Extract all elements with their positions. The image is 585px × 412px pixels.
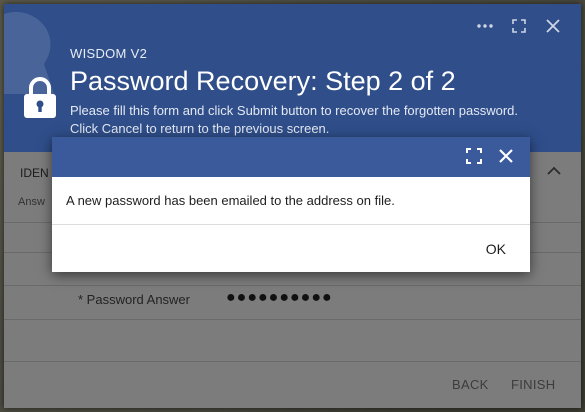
fullscreen-icon[interactable]: [466, 148, 482, 164]
back-button[interactable]: BACK: [452, 377, 489, 392]
row-divider: [4, 285, 581, 286]
window-header: WISDOM V2 Password Recovery: Step 2 of 2…: [4, 4, 581, 152]
page-title: Password Recovery: Step 2 of 2: [70, 66, 456, 96]
row-divider: [4, 361, 581, 362]
maximize-icon[interactable]: [509, 16, 529, 36]
close-icon[interactable]: [543, 16, 563, 36]
password-answer-input[interactable]: ●●●●●●●●●●: [226, 289, 333, 307]
more-icon[interactable]: [475, 16, 495, 36]
dialog-divider: [52, 224, 530, 225]
ok-button[interactable]: OK: [486, 241, 506, 257]
app-name: WISDOM V2: [70, 46, 148, 61]
row-divider: [4, 319, 581, 320]
section-hint: Answ: [18, 196, 45, 208]
close-icon[interactable]: [498, 148, 514, 164]
dialog-message: A new password has been emailed to the a…: [66, 193, 395, 208]
page-description: Please fill this form and click Submit b…: [70, 102, 570, 138]
dialog-header: [52, 137, 530, 177]
lock-icon: [24, 77, 56, 118]
finish-button[interactable]: FINISH: [511, 377, 555, 392]
description-line-2: Click Cancel to return to the previous s…: [70, 121, 330, 136]
password-answer-label: * Password Answer: [78, 292, 190, 307]
message-dialog: A new password has been emailed to the a…: [52, 137, 530, 272]
window-controls: [475, 16, 563, 36]
chevron-up-icon[interactable]: [547, 166, 561, 176]
section-title: IDEN: [20, 166, 49, 180]
description-line-1: Please fill this form and click Submit b…: [70, 103, 518, 118]
